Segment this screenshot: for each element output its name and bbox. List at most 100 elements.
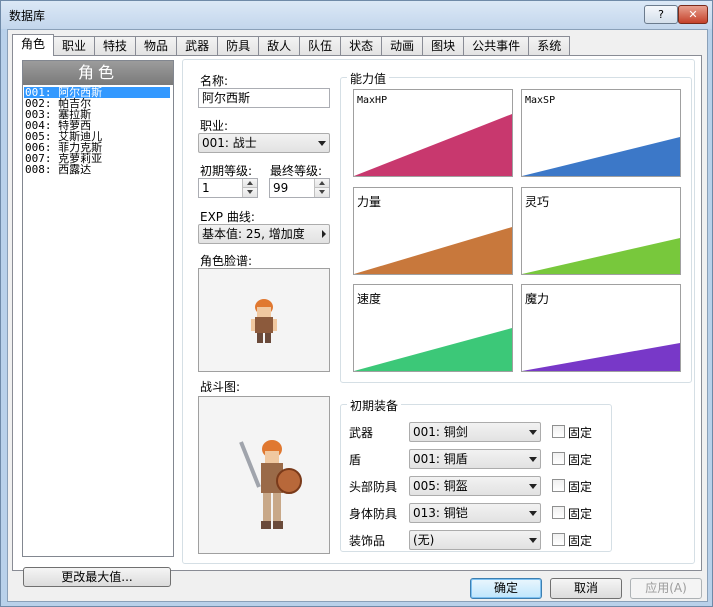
tab-8[interactable]: 状态 — [340, 36, 383, 56]
parameters-group: 能力值 MaxHP MaxSP 力量 灵巧速度 魔力 — [340, 70, 692, 383]
battler-graphic-label: 战斗图: — [200, 380, 241, 394]
chevron-down-icon — [529, 511, 537, 516]
class-select-value: 001: 战士 — [202, 136, 257, 150]
actor-details: 名称: 阿尔西斯 职业: 001: 战士 初期等级: 1 最终等级: 99 EX… — [179, 56, 702, 572]
fixed-checkbox[interactable] — [552, 479, 565, 492]
change-max-button[interactable]: 更改最大值... — [23, 567, 171, 587]
tab-3[interactable]: 物品 — [135, 36, 178, 56]
parameter-label: 灵巧 — [525, 195, 550, 209]
help-icon: ? — [658, 8, 664, 21]
fixed-checkbox[interactable] — [552, 533, 565, 546]
parameter-label: 魔力 — [525, 292, 550, 306]
equipment-select[interactable]: (无) — [409, 530, 541, 550]
initial-level-stepper[interactable]: 1 — [198, 178, 258, 198]
actor-list-item[interactable]: 002: 帕吉尔 — [24, 98, 172, 109]
final-level-label: 最终等级: — [270, 164, 323, 178]
chevron-down-icon — [529, 430, 537, 435]
tab-0[interactable]: 角色 — [12, 34, 55, 56]
equipment-select[interactable]: 001: 铜剑 — [409, 422, 541, 442]
equipment-group: 初期装备 武器 001: 铜剑 固定盾 001: 铜盾 固定 头部防具 005: 铜盔 固定身… — [340, 397, 612, 552]
arrow-up-icon — [247, 181, 253, 185]
actor-list-header: 角色 — [23, 61, 173, 85]
title-bar[interactable]: 数据库 ? ✕ — [1, 1, 712, 29]
tab-10[interactable]: 图块 — [422, 36, 465, 56]
tab-5[interactable]: 防具 — [217, 36, 260, 56]
actor-list[interactable]: 角色 001: 阿尔西斯 002: 帕吉尔 003: 塞拉斯 004: 特萝西 005:… — [22, 60, 174, 557]
close-icon: ✕ — [688, 8, 698, 21]
fixed-checkbox[interactable] — [552, 506, 565, 519]
chevron-down-icon — [318, 141, 326, 146]
name-label: 名称: — [200, 74, 229, 88]
actor-list-item[interactable]: 003: 塞拉斯 — [24, 109, 172, 120]
initial-level-value: 1 — [202, 181, 210, 195]
fixed-label: 固定 — [568, 534, 593, 548]
equipment-label: 头部防具 — [349, 480, 398, 494]
equipment-select[interactable]: 001: 铜盾 — [409, 449, 541, 469]
fixed-checkbox[interactable] — [552, 452, 565, 465]
parameter-graph[interactable]: 速度 — [353, 284, 513, 372]
final-level-stepper[interactable]: 99 — [269, 178, 330, 198]
tab-1[interactable]: 职业 — [53, 36, 96, 56]
arrow-up-icon — [319, 181, 325, 185]
parameter-graph[interactable]: MaxSP — [521, 89, 681, 177]
initial-level-label: 初期等级: — [200, 164, 253, 178]
parameter-label: MaxSP — [525, 95, 556, 106]
equipment-value: 001: 铜盾 — [413, 452, 468, 466]
spin-down-button[interactable] — [242, 188, 257, 197]
tab-6[interactable]: 敌人 — [258, 36, 301, 56]
exp-curve-label: EXP 曲线: — [200, 210, 255, 224]
parameter-curve-fill — [354, 227, 512, 274]
parameter-curve-fill — [354, 114, 512, 176]
face-graphic-label: 角色脸谱: — [200, 254, 253, 268]
fixed-checkbox[interactable] — [552, 425, 565, 438]
actor-list-item[interactable]: 008: 西露达 — [24, 164, 172, 175]
face-graphic[interactable] — [198, 268, 330, 372]
tab-11[interactable]: 公共事件 — [463, 36, 530, 56]
fixed-label: 固定 — [568, 453, 593, 467]
cancel-button[interactable]: 取消 — [550, 578, 622, 599]
apply-button[interactable]: 应用(A) — [630, 578, 702, 599]
equipment-select[interactable]: 013: 铜铠 — [409, 503, 541, 523]
arrow-down-icon — [319, 190, 325, 194]
spin-down-button[interactable] — [314, 188, 329, 197]
parameter-curve-fill — [522, 343, 680, 371]
battler-graphic[interactable] — [198, 396, 330, 554]
actor-list-item[interactable]: 001: 阿尔西斯 — [24, 87, 170, 98]
help-button[interactable]: ? — [644, 5, 678, 24]
chevron-down-icon — [529, 484, 537, 489]
parameters-title: 能力值 — [347, 70, 390, 87]
tab-7[interactable]: 队伍 — [299, 36, 342, 56]
parameter-graph[interactable]: MaxHP — [353, 89, 513, 177]
actor-list-item[interactable]: 006: 菲力克斯 — [24, 142, 172, 153]
equipment-value: 013: 铜铠 — [413, 506, 468, 520]
exp-curve-button[interactable]: 基本值: 25, 增加度 — [198, 224, 330, 244]
spin-up-button[interactable] — [242, 179, 257, 188]
ok-button[interactable]: 确定 — [470, 578, 542, 599]
actor-panel: 角色 001: 阿尔西斯 002: 帕吉尔 003: 塞拉斯 004: 特萝西 005:… — [12, 55, 702, 587]
name-field[interactable]: 阿尔西斯 — [198, 88, 330, 108]
actor-list-item[interactable]: 005: 艾斯迪儿 — [24, 131, 172, 142]
class-label: 职业: — [200, 119, 229, 133]
tab-4[interactable]: 武器 — [176, 36, 219, 56]
spin-up-button[interactable] — [314, 179, 329, 188]
character-sprite-icon — [251, 299, 277, 343]
class-select[interactable]: 001: 战士 — [198, 133, 330, 153]
parameter-label: 力量 — [357, 195, 382, 209]
equipment-select[interactable]: 005: 铜盔 — [409, 476, 541, 496]
client-area: 角色 职业 特技 物品 武器 防具 敌人 队伍 状态 动画 图块 公共事件 系统 角色 001: 阿尔西… — [7, 29, 708, 602]
equipment-label: 装饰品 — [349, 534, 386, 548]
actor-list-item[interactable]: 004: 特萝西 — [24, 120, 172, 131]
tab-12[interactable]: 系统 — [528, 36, 571, 56]
parameter-graph[interactable]: 魔力 — [521, 284, 681, 372]
parameter-curve-fill — [354, 328, 512, 371]
actor-list-item[interactable]: 007: 克萝莉亚 — [24, 153, 172, 164]
fixed-label: 固定 — [568, 480, 593, 494]
fixed-label: 固定 — [568, 426, 593, 440]
tab-9[interactable]: 动画 — [381, 36, 424, 56]
final-level-value: 99 — [273, 181, 289, 195]
chevron-down-icon — [529, 538, 537, 543]
parameter-graph[interactable]: 力量 — [353, 187, 513, 275]
parameter-graph[interactable]: 灵巧 — [521, 187, 681, 275]
tab-2[interactable]: 特技 — [94, 36, 137, 56]
close-button[interactable]: ✕ — [678, 5, 708, 24]
